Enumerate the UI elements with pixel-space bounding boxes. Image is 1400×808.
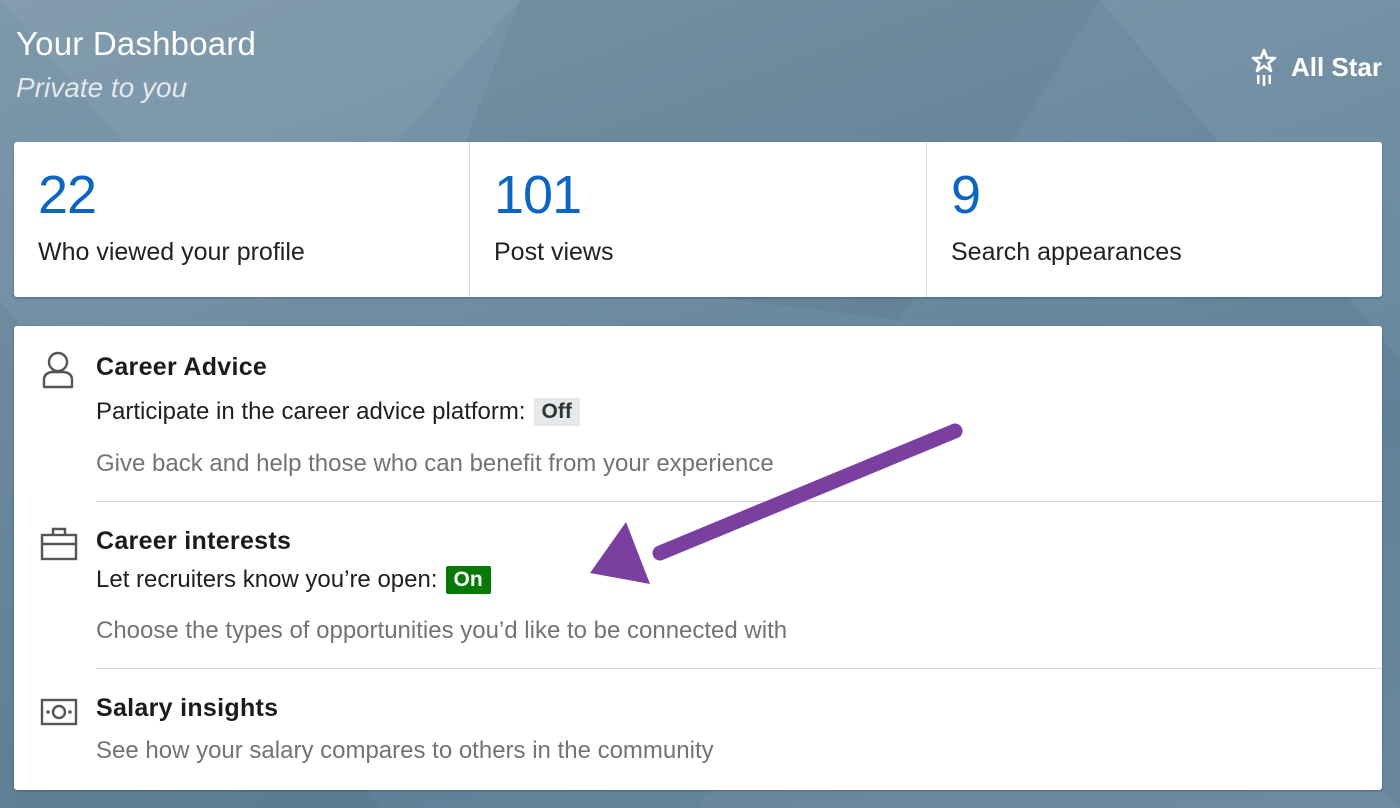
stat-label: Post views [494,238,614,266]
career-interests-title: Career interests [96,527,292,555]
briefcase-icon [40,525,78,566]
stat-label: Who viewed your profile [38,238,305,266]
career-interests-setting-label: Let recruiters know you’re open: [96,566,438,593]
salary-insights-description: See how your salary compares to others i… [96,737,714,764]
page-subtitle: Private to you [16,72,188,103]
stat-post-views[interactable]: 101 Post views [470,142,927,297]
career-advice-description: Give back and help those who can benefit… [96,450,774,477]
stats-card: 22 Who viewed your profile 101 Post view… [14,142,1382,297]
dashboard-header: Your Dashboard Private to you [16,22,256,104]
stat-value: 9 [951,165,981,225]
career-advice-title: Career Advice [96,353,268,381]
all-star-icon [1251,48,1277,86]
stat-value: 22 [38,165,97,225]
career-interests-description: Choose the types of opportunities you’d … [96,617,788,644]
stat-label: Search appearances [951,238,1182,266]
salary-insights-title: Salary insights [96,694,279,722]
career-interests-setting: Let recruiters know you’re open: On [96,566,491,594]
money-icon [40,697,78,732]
stat-profile-views[interactable]: 22 Who viewed your profile [14,142,470,297]
career-advice-section[interactable]: Career Advice Participate in the career … [14,326,1382,501]
career-advice-setting-label: Participate in the career advice platfor… [96,398,526,425]
settings-panel: Career Advice Participate in the career … [14,326,1382,790]
salary-insights-section[interactable]: Salary insights See how your salary comp… [14,669,1382,790]
stat-search-appearances[interactable]: 9 Search appearances [927,142,1382,297]
career-advice-setting: Participate in the career advice platfor… [96,398,580,426]
career-interests-section[interactable]: Career interests Let recruiters know you… [14,502,1382,668]
status-badge-off[interactable]: Off [533,398,580,426]
all-star-label: All Star [1290,51,1382,82]
stat-value: 101 [494,165,582,225]
all-star-badge[interactable]: All Star [1251,48,1382,86]
page-title: Your Dashboard [16,25,257,62]
status-badge-on[interactable]: On [445,566,491,594]
person-icon [40,350,76,395]
